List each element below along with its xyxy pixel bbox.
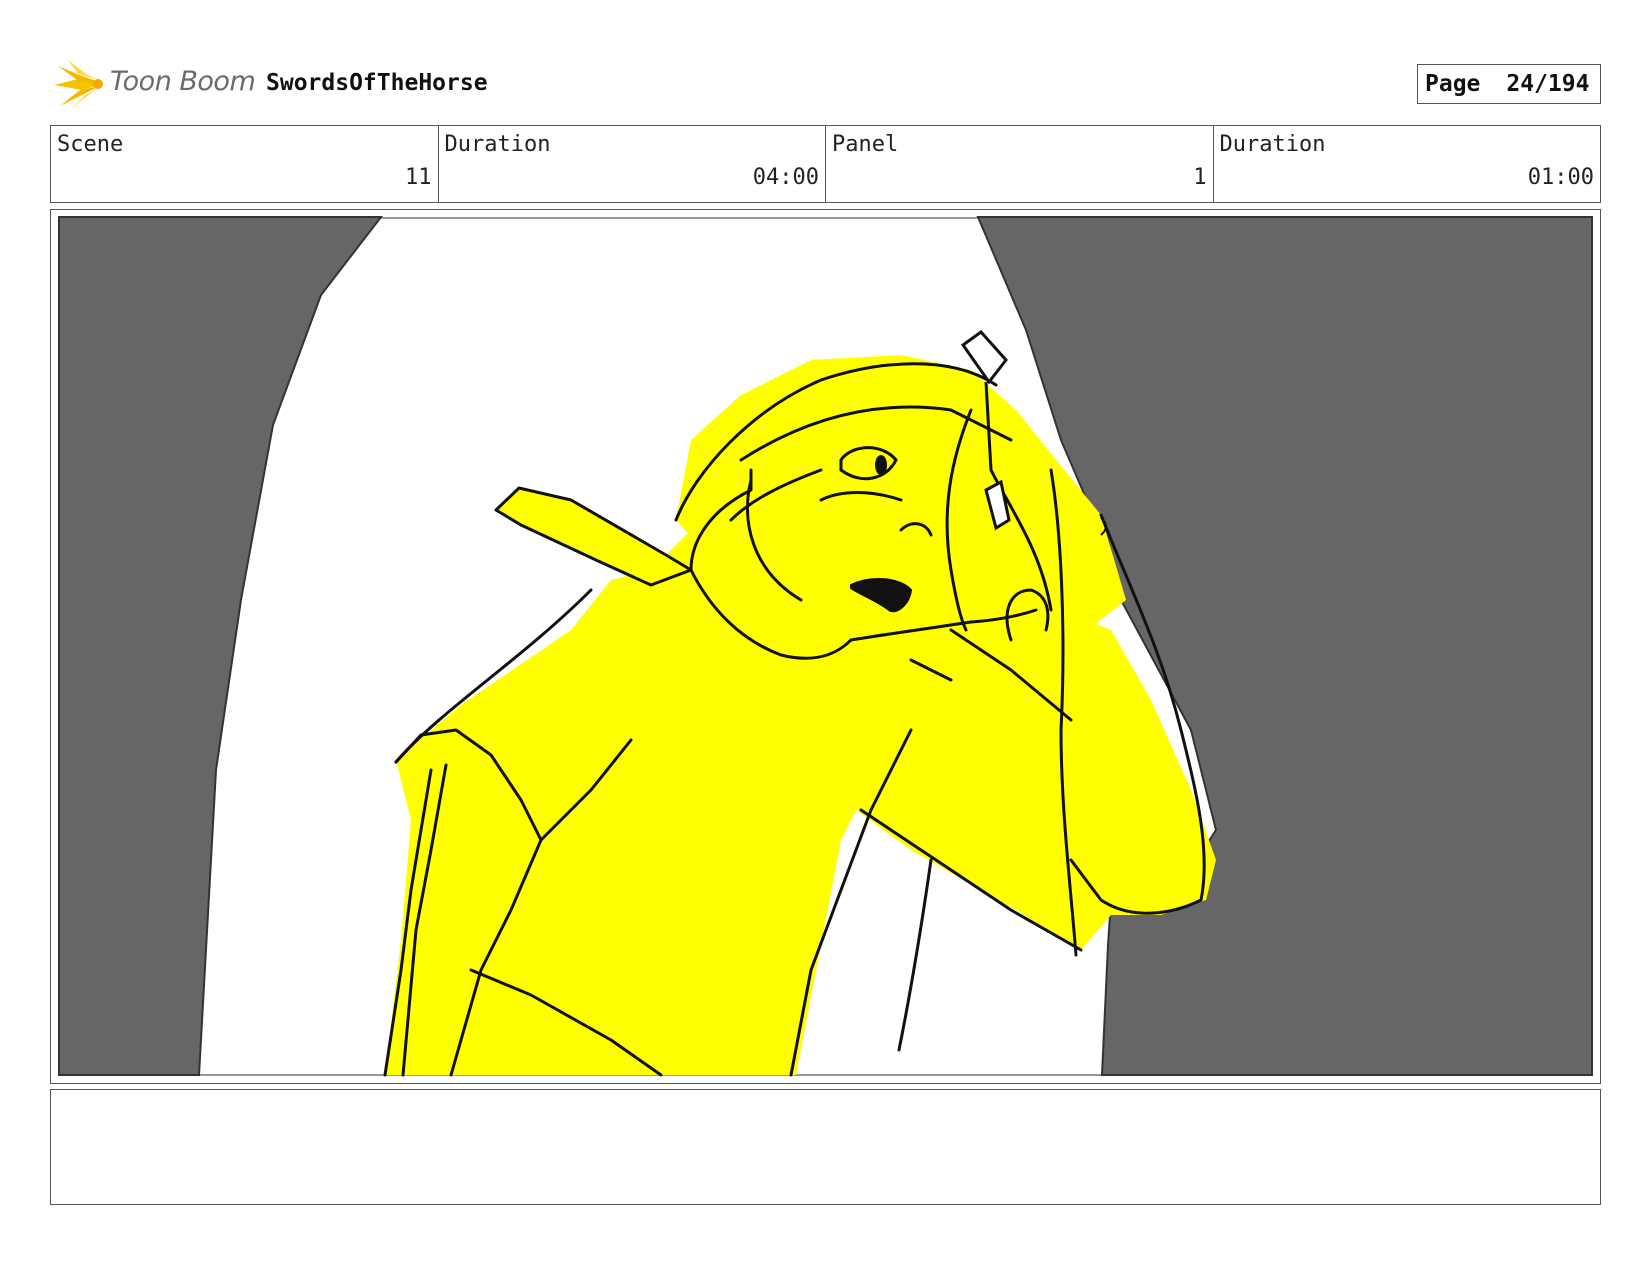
project-title: SwordsOfTheHorse: [266, 70, 488, 96]
panel-notes-box: [50, 1089, 1601, 1205]
panel-value: 1: [1193, 165, 1207, 190]
toon-boom-logo: Toon Boom: [52, 58, 256, 112]
page-number: 24/194: [1506, 71, 1590, 97]
logo-text: Toon Boom: [110, 66, 256, 97]
logo-burst-icon: [54, 60, 103, 110]
panel-info-table: Scene 11 Duration 04:00 Panel 1 Duration…: [50, 125, 1601, 203]
scene-duration-cell: Duration 04:00: [439, 126, 826, 202]
panel-cell: Panel 1: [826, 126, 1214, 202]
page-indicator: Page 24/194: [1417, 64, 1601, 104]
panel-duration-cell: Duration 01:00: [1214, 126, 1601, 202]
storyboard-panel-frame: [50, 209, 1601, 1084]
scene-duration-value: 04:00: [752, 165, 819, 190]
panel-duration-value: 01:00: [1527, 165, 1594, 190]
scene-cell: Scene 11: [51, 126, 439, 202]
panel-label: Panel: [832, 132, 899, 157]
scene-label: Scene: [57, 132, 124, 157]
panel-duration-label: Duration: [1219, 132, 1326, 157]
storyboard-drawing: [58, 216, 1593, 1077]
page-label: Page: [1425, 71, 1481, 97]
scene-duration-label: Duration: [444, 132, 551, 157]
scene-value: 11: [405, 165, 432, 190]
